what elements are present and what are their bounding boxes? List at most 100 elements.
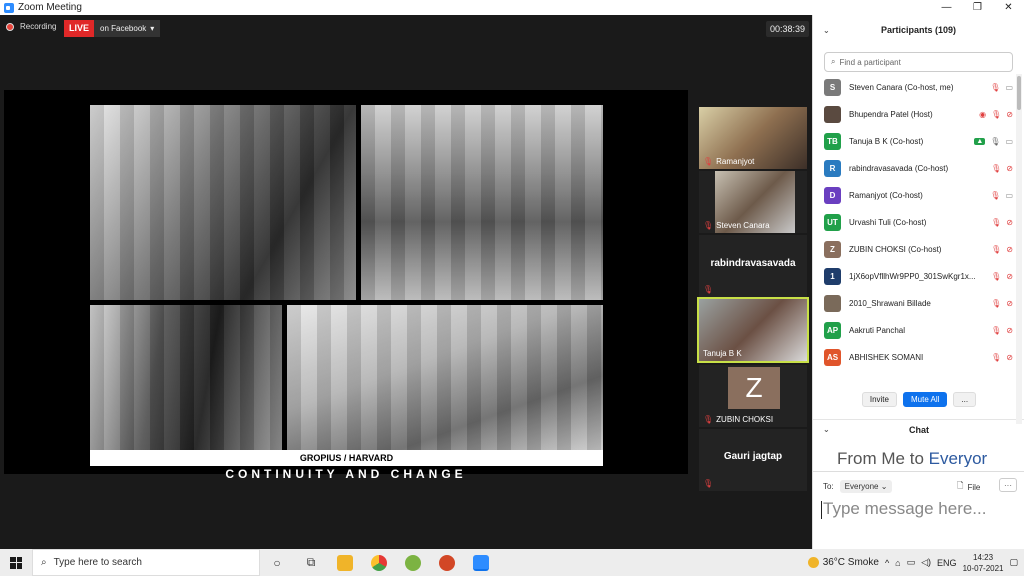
mic-off-icon[interactable]: 🎙 — [991, 353, 1001, 362]
participant-status-icons: 🎙 ⊘ — [991, 218, 1013, 227]
chat-message-preview: From Me to Everyor — [837, 449, 1017, 467]
chat-to-label: To: — [823, 482, 834, 491]
participant-row[interactable]: D Ramanjyot (Co-host) 🎙 ▭ — [813, 182, 1019, 209]
chat-file-button[interactable]: 🗋 File — [957, 480, 980, 494]
participant-row[interactable]: TB Tanuja B K (Co-host) ▲ 🎙 ▭ — [813, 128, 1019, 155]
maximize-button[interactable]: ❐ — [962, 0, 993, 15]
participant-row[interactable]: Rrabindravasavada (Co-host) 🎙 ⊘ — [813, 155, 1019, 182]
video-off-icon[interactable]: ⊘ — [1006, 299, 1013, 308]
video-tile[interactable]: 🎙 Ramanjyot — [699, 107, 807, 169]
chevron-up-icon[interactable]: ^ — [885, 558, 889, 568]
powerpoint-icon[interactable] — [430, 549, 464, 576]
chevron-down-icon[interactable]: ⌄ — [823, 425, 830, 434]
language-indicator[interactable]: ENG — [937, 558, 957, 568]
invite-button[interactable]: Invite — [861, 391, 897, 407]
participant-name: rabindravasavada — [710, 258, 796, 269]
video-off-icon[interactable]: ⊘ — [1006, 110, 1013, 119]
participant-name: Ramanjyot — [716, 157, 755, 166]
video-tile[interactable]: rabindravasavada 🎙 — [699, 235, 807, 297]
cortana-icon[interactable]: ○ — [260, 549, 294, 576]
close-button[interactable]: ✕ — [993, 0, 1024, 15]
participant-row[interactable]: AS ABHISHEK SOMANI 🎙 ⊘ — [813, 344, 1019, 371]
leaf-icon — [405, 554, 421, 571]
taskbar-clock[interactable]: 14:23 10-07-2021 — [963, 552, 1004, 574]
video-tile[interactable]: Z 🎙 ZUBIN CHOKSI — [699, 365, 807, 427]
chevron-down-icon[interactable]: ⌄ — [823, 26, 830, 35]
video-tile[interactable]: Gauri jagtap 🎙 — [699, 429, 807, 491]
video-tile-label: 🎙 — [703, 285, 713, 294]
mic-off-icon[interactable]: 🎙 — [991, 326, 1001, 335]
video-off-icon[interactable]: ⊘ — [1006, 353, 1013, 362]
maps-app-icon[interactable] — [396, 549, 430, 576]
participant-row[interactable]: AP Aakruti Panchal 🎙 ⊘ — [813, 317, 1019, 344]
powerpoint-logo-icon — [439, 554, 455, 571]
file-explorer-icon[interactable] — [328, 549, 362, 576]
video-camera-icon[interactable]: ▭ — [1005, 137, 1013, 146]
zoom-app-icon — [4, 2, 14, 13]
windows-taskbar: ⌕ Type here to search ○ ⧉ 36°C Smoke ^ ⌂… — [0, 549, 1024, 576]
start-button[interactable] — [0, 549, 32, 576]
participant-row[interactable]: UT Urvashi Tuli (Co-host) 🎙 ⊘ — [813, 209, 1019, 236]
taskbar-search-input[interactable]: ⌕ Type here to search — [32, 549, 260, 576]
zoom-taskbar-icon[interactable] — [464, 549, 498, 576]
chrome-icon[interactable] — [362, 549, 396, 576]
participant-row[interactable]: 1 1jX6opVfllhWr9PP0_301SwKgr1x... 🎙 ⊘ — [813, 263, 1019, 290]
zoom-logo-icon — [473, 554, 489, 571]
mic-icon[interactable]: 🎙 — [990, 137, 1000, 146]
scrollbar-thumb[interactable] — [1017, 76, 1021, 110]
meeting-timer: 00:38:39 — [766, 21, 810, 37]
recording-icon[interactable]: ◉ — [979, 110, 986, 119]
recording-indicator[interactable]: Recording — [6, 22, 56, 31]
slide-photo-building-model — [287, 305, 603, 455]
volume-icon[interactable]: ◁) — [921, 557, 931, 568]
screen-share-icon[interactable]: ▲ — [974, 138, 986, 145]
participant-status-icons: 🎙 ⊘ — [991, 326, 1013, 335]
mic-off-icon[interactable]: 🎙 — [991, 110, 1001, 119]
chat-message-input[interactable]: Type message here... — [820, 499, 986, 519]
video-off-icon[interactable]: ⊘ — [1006, 218, 1013, 227]
video-off-icon[interactable]: ⊘ — [1006, 245, 1013, 254]
participant-name: Steven Canara (Co-host, me) — [849, 83, 954, 92]
notifications-icon[interactable]: ▢ — [1009, 557, 1018, 568]
chat-compose: To: Everyone ⌄ 🗋 File ··· Type message h… — [813, 471, 1024, 549]
slide-photo-drafting-room — [361, 105, 603, 300]
participant-name: Urvashi Tuli (Co-host) — [849, 218, 927, 227]
video-tile-active-speaker[interactable]: Tanuja B K — [697, 297, 809, 363]
video-off-icon[interactable]: ⊘ — [1006, 164, 1013, 173]
live-target-dropdown[interactable]: on Facebook ▾ — [94, 20, 161, 37]
participant-search-input[interactable]: ⌕ Find a participant — [824, 52, 1013, 72]
mic-off-icon[interactable]: 🎙 — [991, 299, 1001, 308]
participants-list: S Steven Canara (Co-host, me) 🎙 ▭ Bhupendra … — [813, 74, 1019, 371]
chat-more-button[interactable]: ··· — [999, 478, 1017, 492]
network-icon[interactable]: ⌂ — [895, 558, 900, 568]
mic-off-icon[interactable]: 🎙 — [991, 245, 1001, 254]
mic-off-icon[interactable]: 🎙 — [991, 218, 1001, 227]
mic-off-icon[interactable]: 🎙 — [990, 83, 1000, 92]
video-off-icon[interactable]: ⊘ — [1006, 272, 1013, 281]
participants-scrollbar[interactable] — [1016, 74, 1022, 424]
live-stream-indicator[interactable]: LIVE on Facebook ▾ — [64, 20, 161, 37]
mic-off-icon[interactable]: 🎙 — [990, 191, 1000, 200]
avatar: D — [824, 187, 841, 204]
battery-icon[interactable]: ▭ — [907, 557, 916, 568]
video-tile[interactable]: 🎙 Steven Canara — [699, 171, 807, 233]
chat-recipient-select[interactable]: Everyone ⌄ — [839, 480, 893, 493]
minimize-button[interactable]: — — [931, 0, 962, 15]
participant-status-icons: 🎙 ⊘ — [991, 299, 1013, 308]
video-off-icon[interactable]: ⊘ — [1006, 326, 1013, 335]
video-camera-icon[interactable]: ▭ — [1005, 191, 1013, 200]
task-view-icon[interactable]: ⧉ — [294, 549, 328, 576]
video-camera-icon[interactable]: ▭ — [1005, 83, 1013, 92]
participant-row[interactable]: 2010_Shrawani Billade 🎙 ⊘ — [813, 290, 1019, 317]
participant-row[interactable]: Z ZUBIN CHOKSI (Co-host) 🎙 ⊘ — [813, 236, 1019, 263]
weather-widget[interactable]: 36°C Smoke — [807, 557, 879, 568]
more-button[interactable]: ... — [953, 391, 977, 407]
participant-row[interactable]: Bhupendra Patel (Host) ◉ 🎙 ⊘ — [813, 101, 1019, 128]
mic-off-icon[interactable]: 🎙 — [991, 164, 1001, 173]
participant-row[interactable]: S Steven Canara (Co-host, me) 🎙 ▭ — [813, 74, 1019, 101]
chat-recipient-link[interactable]: Everyor — [929, 449, 988, 467]
mute-all-button[interactable]: Mute All — [902, 391, 948, 407]
mic-off-icon[interactable]: 🎙 — [991, 272, 1001, 281]
avatar: UT — [824, 214, 841, 231]
search-icon: ⌕ — [831, 57, 836, 66]
